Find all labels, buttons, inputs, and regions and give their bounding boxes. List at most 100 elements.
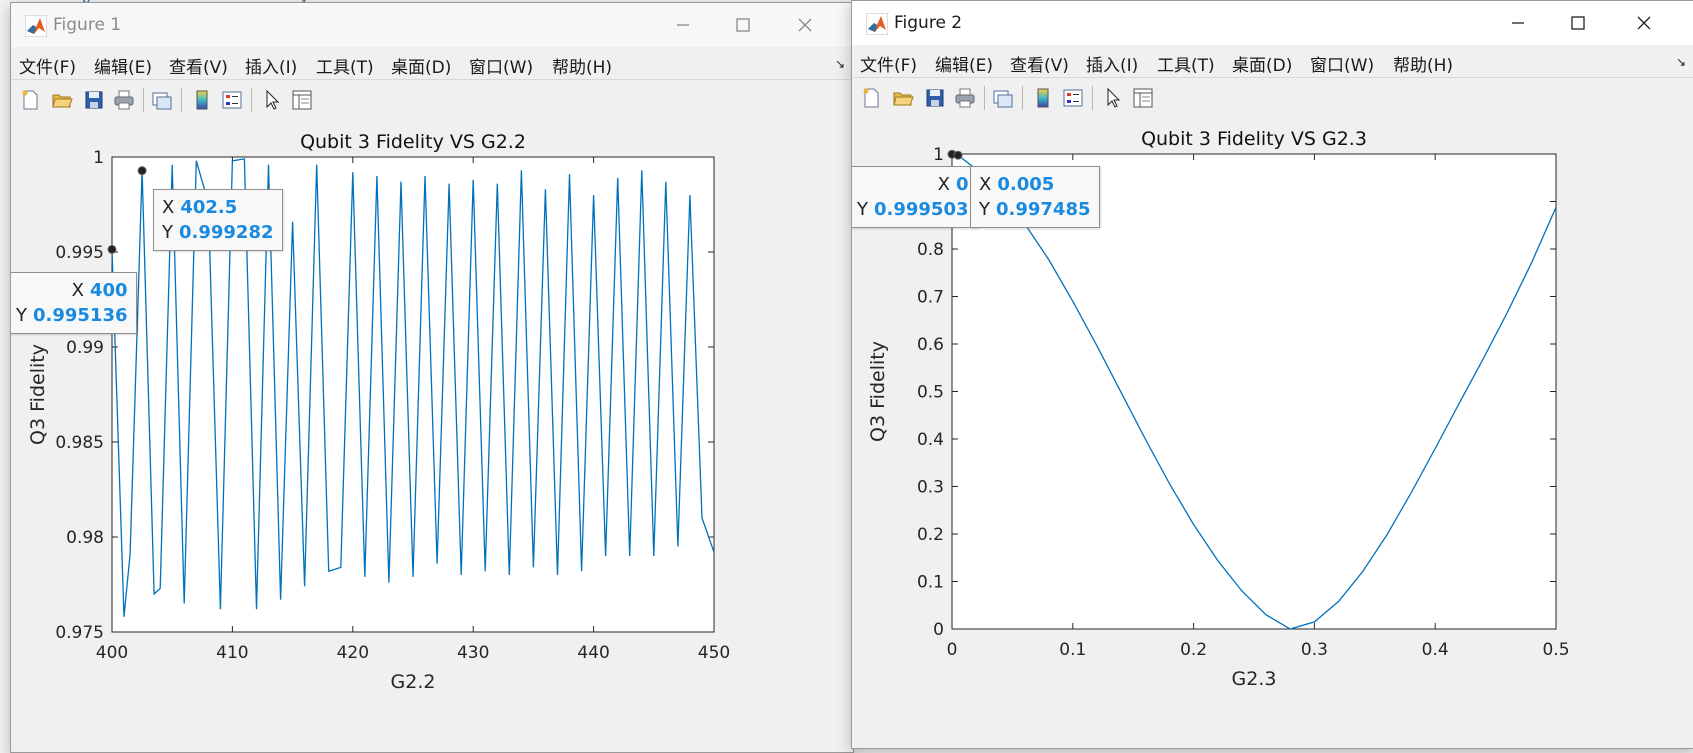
colorbar-icon[interactable] [1030, 85, 1056, 111]
y-tick-label: 0.6 [917, 335, 944, 355]
menu-view[interactable]: 查看(V) [169, 53, 228, 78]
link-plot-icon[interactable] [149, 87, 175, 113]
figure-canvas: 400 410 420 430 440 450 0.975 0.98 0.985 0.99 0.99… [11, 120, 853, 752]
menu-view[interactable]: 查看(V) [1010, 51, 1069, 76]
minimize-icon [677, 24, 689, 26]
y-tick-label: 0 [933, 620, 944, 640]
chart-title: Qubit 3 Fidelity VS G2.3 [1141, 128, 1367, 150]
maximize-button[interactable] [1560, 9, 1596, 37]
chart-title: Qubit 3 Fidelity VS G2.2 [300, 131, 526, 153]
property-inspector-icon[interactable] [1130, 85, 1156, 111]
new-figure-icon[interactable] [17, 87, 43, 113]
menu-bar: 文件(F) 编辑(E) 查看(V) 插入(I) 工具(T) 桌面(D) 窗口(W… [11, 47, 853, 79]
x-tick-label: 420 [337, 643, 369, 663]
close-icon [1637, 16, 1651, 30]
new-figure-icon[interactable] [858, 85, 884, 111]
matlab-logo-icon [25, 15, 47, 37]
maximize-button[interactable] [725, 11, 761, 39]
datatip-marker [107, 244, 117, 254]
x-tick-label: 400 [96, 643, 128, 663]
y-tick-label: 0.99 [66, 338, 104, 358]
y-tick-label: 1 [93, 148, 104, 168]
menu-desktop[interactable]: 桌面(D) [1232, 51, 1292, 76]
x-tick-label: 450 [698, 643, 730, 663]
figure-canvas: 0 0.1 0.2 0.3 0.4 0.5 0 0.1 0.2 0.3 0.4 0.5 0.6 0.7 0.… [852, 118, 1693, 748]
y-tick-label: 0.8 [917, 240, 944, 260]
print-icon[interactable] [952, 85, 978, 111]
minimize-button[interactable] [1500, 9, 1536, 37]
y-axis-label: Q3 Fidelity [27, 344, 49, 445]
minimize-button[interactable] [665, 11, 701, 39]
menu-edit[interactable]: 编辑(E) [935, 51, 993, 76]
edit-plot-cursor-icon[interactable] [259, 87, 285, 113]
datatip[interactable]: X 400 Y 0.995136 [11, 272, 137, 334]
y-axis-label: Q3 Fidelity [867, 341, 889, 442]
title-bar[interactable]: Figure 2 [852, 1, 1693, 45]
datatip[interactable]: X0 Y 0.999503 [852, 166, 978, 228]
undock-arrow-icon[interactable]: ↘ [1676, 55, 1686, 69]
open-file-icon[interactable] [49, 87, 75, 113]
title-bar[interactable]: Figure 1 [11, 3, 853, 47]
menu-help[interactable]: 帮助(H) [1393, 51, 1453, 76]
figure-toolbar [852, 77, 1693, 119]
menu-insert[interactable]: 插入(I) [245, 53, 297, 78]
undock-arrow-icon[interactable]: ↘ [835, 57, 845, 71]
y-tick-label: 0.98 [66, 528, 104, 548]
menu-window[interactable]: 窗口(W) [1310, 51, 1374, 76]
figure-2-window[interactable]: Figure 2 文件(F) 编辑(E) 查看(V) 插入(I) 工具(T) 桌… [851, 0, 1693, 749]
menu-desktop[interactable]: 桌面(D) [391, 53, 451, 78]
y-tick-label: 0.3 [917, 478, 944, 498]
x-tick-label: 0 [947, 640, 958, 660]
y-tick-label: 0.1 [917, 573, 944, 593]
menu-help[interactable]: 帮助(H) [552, 53, 612, 78]
link-plot-icon[interactable] [990, 85, 1016, 111]
menu-file[interactable]: 文件(F) [19, 53, 76, 78]
figure-1-window[interactable]: Figure 1 文件(F) 编辑(E) 查看(V) 插入(I) 工具(T) 桌… [10, 2, 854, 753]
datatip[interactable]: X 0.005 Y 0.997485 [970, 166, 1100, 228]
x-tick-label: 0.1 [1059, 640, 1086, 660]
datatip[interactable]: X 402.5 Y 0.999282 [153, 189, 283, 251]
save-icon[interactable] [81, 87, 107, 113]
y-tick-label: 0.975 [55, 623, 104, 643]
x-tick-label: 0.3 [1301, 640, 1328, 660]
menu-window[interactable]: 窗口(W) [469, 53, 533, 78]
legend-icon[interactable] [1060, 85, 1086, 111]
menu-tools[interactable]: 工具(T) [316, 53, 374, 78]
x-axis-label: G2.2 [391, 671, 436, 693]
matlab-logo-icon [866, 13, 888, 35]
colorbar-icon[interactable] [189, 87, 215, 113]
menu-insert[interactable]: 插入(I) [1086, 51, 1138, 76]
x-tick-label: 0.4 [1422, 640, 1449, 660]
property-inspector-icon[interactable] [289, 87, 315, 113]
y-tick-label: 1 [933, 145, 944, 165]
chart-svg[interactable]: 400 410 420 430 440 450 0.975 0.98 0.985 0.99 0.99… [11, 120, 853, 752]
datatip-marker [137, 166, 147, 176]
x-tick-label: 440 [577, 643, 609, 663]
y-tick-label: 0.2 [917, 525, 944, 545]
menu-file[interactable]: 文件(F) [860, 51, 917, 76]
print-icon[interactable] [111, 87, 137, 113]
menu-edit[interactable]: 编辑(E) [94, 53, 152, 78]
x-axis-label: G2.3 [1232, 668, 1277, 690]
y-tick-label: 0.985 [55, 433, 104, 453]
maximize-icon [736, 18, 750, 32]
minimize-icon [1512, 22, 1524, 24]
x-tick-label: 430 [457, 643, 489, 663]
edit-plot-cursor-icon[interactable] [1100, 85, 1126, 111]
window-title: Figure 1 [53, 15, 122, 35]
menu-tools[interactable]: 工具(T) [1157, 51, 1215, 76]
close-icon [798, 18, 812, 32]
close-button[interactable] [787, 11, 823, 39]
open-file-icon[interactable] [890, 85, 916, 111]
y-tick-label: 0.7 [917, 288, 944, 308]
x-tick-label: 0.2 [1180, 640, 1207, 660]
save-icon[interactable] [922, 85, 948, 111]
x-tick-label: 0.5 [1542, 640, 1569, 660]
x-tick-label: 410 [216, 643, 248, 663]
legend-icon[interactable] [219, 87, 245, 113]
datatip-marker [953, 150, 963, 160]
y-tick-label: 0.4 [917, 430, 944, 450]
close-button[interactable] [1626, 9, 1662, 37]
figure-toolbar [11, 79, 853, 121]
window-title: Figure 2 [894, 13, 963, 33]
